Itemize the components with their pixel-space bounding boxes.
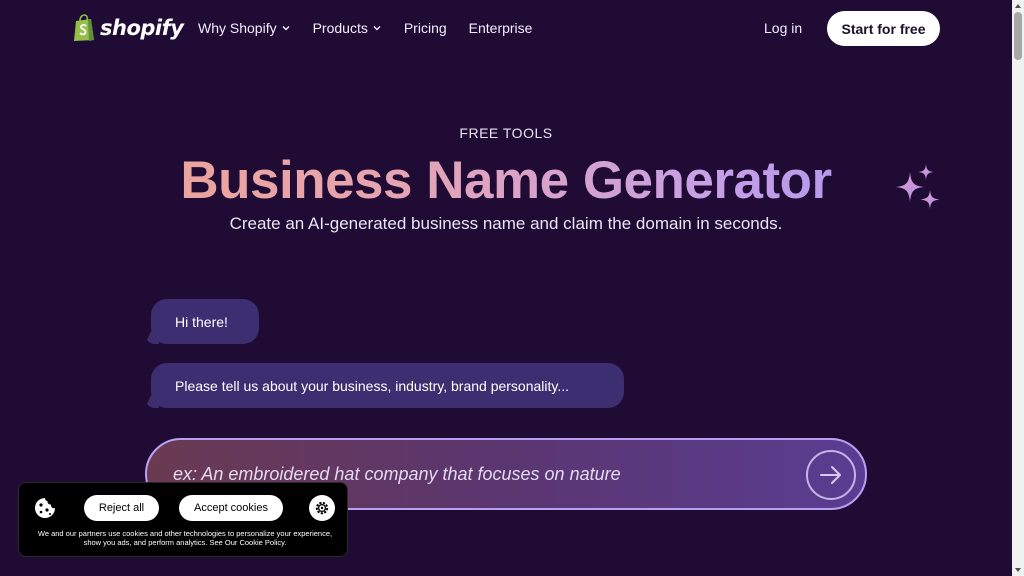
gear-icon (315, 501, 329, 515)
scrollbar-thumb[interactable] (1014, 12, 1022, 60)
accept-cookies-button[interactable]: Accept cookies (179, 495, 283, 521)
chat-bubble-greeting: Hi there! (151, 299, 259, 344)
page-scrollbar[interactable] (1012, 0, 1024, 576)
chat-message-text: Please tell us about your business, indu… (175, 377, 570, 394)
page-title: Business Name Generator (0, 150, 1012, 211)
nav-label: Products (312, 20, 368, 36)
sparkles-icon (896, 164, 940, 209)
login-link[interactable]: Log in (764, 20, 802, 36)
shopping-bag-icon (74, 14, 94, 41)
eyebrow-label: FREE TOOLS (459, 125, 553, 141)
cookie-icon (35, 498, 55, 518)
site-header: shopify Why Shopify Products Pricing Ent… (0, 0, 1012, 58)
main-nav: Why Shopify Products Pricing Enterprise (198, 20, 554, 36)
nav-why-shopify[interactable]: Why Shopify (198, 20, 291, 36)
scroll-up-arrow-icon[interactable] (1014, 2, 1022, 10)
chevron-down-icon (373, 26, 381, 31)
nav-products[interactable]: Products (313, 20, 382, 36)
nav-label: Enterprise (468, 20, 533, 36)
start-for-free-button[interactable]: Start for free (827, 11, 940, 46)
nav-label: Why Shopify (198, 20, 277, 36)
hero-subtitle: Create an AI-generated business name and… (229, 214, 783, 233)
arrow-right-icon (820, 466, 841, 484)
chevron-down-icon (282, 26, 290, 31)
submit-button[interactable] (806, 450, 856, 500)
cookie-notice-text: We and our partners use cookies and othe… (37, 529, 333, 547)
cookie-banner: Reject all Accept cookies We and our par… (18, 482, 348, 557)
reject-all-button[interactable]: Reject all (84, 495, 159, 521)
scroll-down-arrow-icon[interactable] (1014, 566, 1022, 574)
cookie-settings-button[interactable] (309, 495, 335, 521)
nav-pricing[interactable]: Pricing (404, 20, 447, 36)
chat-bubble-prompt: Please tell us about your business, indu… (151, 363, 624, 408)
shopify-logo[interactable]: shopify (72, 14, 184, 42)
logo-wordmark: shopify (100, 16, 184, 40)
nav-label: Pricing (403, 20, 447, 36)
chat-message-text: Hi there! (175, 313, 228, 330)
nav-enterprise[interactable]: Enterprise (469, 20, 533, 36)
